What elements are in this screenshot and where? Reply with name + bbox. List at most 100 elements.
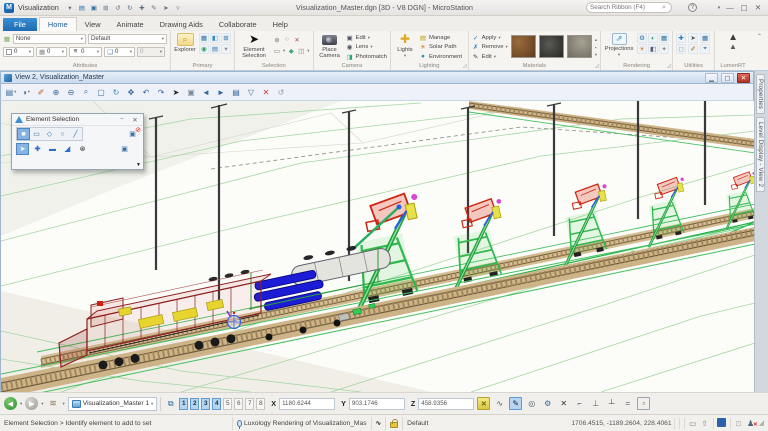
view-toggle-4[interactable]: 4 (212, 398, 221, 410)
ribbon-search[interactable]: ⌕ (586, 2, 672, 13)
point-clouds-icon[interactable]: ▤ (210, 44, 220, 54)
materials-launcher-icon[interactable]: ◿ (595, 63, 599, 69)
view-forward-button[interactable]: ▶ (25, 397, 38, 410)
undo-icon[interactable]: ↺ (113, 4, 123, 12)
apply-material-button[interactable]: ✓Apply▾ (472, 34, 508, 42)
back-dropdown-icon[interactable]: ▾ (20, 401, 22, 407)
lights-button[interactable]: ✚ Lights▾ (394, 33, 416, 61)
method-subtract-icon[interactable]: ▬ (46, 143, 59, 155)
view-next-icon[interactable]: ► (214, 86, 228, 99)
clip-mask-icon[interactable]: ✕ (259, 86, 273, 99)
models-icon[interactable]: ▦ (199, 33, 209, 43)
render-scene-icon[interactable]: ◐ (648, 33, 658, 43)
camera-edit-button[interactable]: ▣Edit▾ (346, 34, 387, 42)
active-level-combo[interactable]: None▾ (13, 34, 86, 44)
projections-button[interactable]: ⇗ Projections▾ (604, 33, 634, 61)
mode-circle-icon[interactable]: ○ (56, 128, 69, 140)
view-toggle-2[interactable]: 2 (190, 398, 199, 410)
utility-locate-icon[interactable]: ⌖ (700, 44, 710, 54)
view-minimize-button[interactable]: ▁ (705, 73, 718, 83)
close-button[interactable]: ✕ (752, 3, 764, 12)
view-toggle-8[interactable]: 8 (256, 398, 265, 410)
account-dropdown-icon[interactable]: ▾ (716, 5, 722, 11)
mode-shape-icon[interactable]: ◇ (43, 128, 56, 140)
y-coordinate-input[interactable] (349, 398, 405, 410)
redo-icon[interactable]: ↻ (125, 4, 135, 12)
curve-tool-cell[interactable]: ∿ (371, 417, 386, 430)
view-toggle-3[interactable]: 3 (201, 398, 210, 410)
snap-origin-icon[interactable]: ▫ (637, 397, 650, 410)
clear-selection-icon[interactable]: ▣⊘ (126, 128, 139, 140)
window-area-icon[interactable]: ⌕ (79, 86, 93, 99)
element-selection-button[interactable]: ➤ Element Selection (238, 33, 270, 61)
class-combo[interactable]: ❏0▾ (104, 47, 135, 57)
line-weight-combo[interactable]: ≡0▾ (69, 47, 102, 57)
view-undo-icon[interactable]: ↶ (139, 86, 153, 99)
color-combo[interactable]: 0▾ (3, 47, 34, 57)
view-display-style-icon[interactable]: ◑▾ (19, 86, 33, 99)
view-previous-icon[interactable]: ◄ (199, 86, 213, 99)
print-icon[interactable]: ✚ (137, 4, 147, 12)
view-group-selector[interactable]: Visualization_Master 1 ▾ (68, 397, 157, 411)
solar-path-button[interactable]: ☀Solar Path (419, 43, 462, 51)
render-sun-icon[interactable]: ☀ (637, 44, 647, 54)
line-style-combo[interactable]: ▦0▾ (36, 47, 67, 57)
user-offline-icon[interactable]: ♟✕ (745, 419, 757, 428)
zoom-out-icon[interactable]: ⊖ (64, 86, 78, 99)
active-style-combo[interactable]: Default▾ (88, 34, 167, 44)
tab-home[interactable]: Home (39, 17, 77, 31)
details-icon[interactable]: ▾ (221, 44, 231, 54)
qat-more-icon[interactable]: ▿ (173, 4, 183, 12)
utility-move-icon[interactable]: ✚ (676, 33, 686, 43)
update-view-icon[interactable]: ✐ (34, 86, 48, 99)
levels-icon[interactable]: ◧ (210, 33, 220, 43)
element-selection-dialog-titlebar[interactable]: Element Selection − ✕ (12, 114, 143, 126)
snap-nearest-icon[interactable]: ✕ (557, 397, 570, 410)
fence-block-icon[interactable]: ▭ (273, 47, 281, 55)
view-brightness-icon[interactable]: ↺ (274, 86, 288, 99)
dgn-upload-icon[interactable]: ⇧ (699, 419, 711, 428)
tentative-point-icon[interactable]: ◎ (525, 397, 538, 410)
fit-view-icon[interactable]: ▢ (94, 86, 108, 99)
lumenrt-animate-icon[interactable]: ▲ (729, 43, 737, 51)
fence-icon[interactable]: ⊕ (273, 36, 281, 44)
camera-lens-button[interactable]: ◉Lens▾ (346, 43, 387, 51)
render-settings-icon[interactable]: ⚙ (637, 33, 647, 43)
selection-set-icon[interactable]: ⊡ (733, 419, 745, 428)
new-file-icon[interactable]: ▤ (77, 4, 87, 12)
save-icon[interactable]: ⊞ (101, 4, 111, 12)
help-icon[interactable]: ? (688, 3, 700, 12)
fence-mode-icon[interactable]: ◫ (297, 47, 305, 55)
view-attributes-icon[interactable]: ▤▾ (4, 86, 18, 99)
tab-view[interactable]: View (77, 18, 109, 31)
element-selection-dialog[interactable]: Element Selection − ✕ ■ ▭ ◇ ○ ╱ ▣⊘ ➤ ✚ ▬… (11, 113, 144, 170)
pan-view-icon[interactable]: ✥ (124, 86, 138, 99)
clip-volume-icon[interactable]: ▽ (244, 86, 258, 99)
pointer-icon[interactable]: ➤ (161, 4, 171, 12)
tab-properties[interactable]: Properties (756, 74, 765, 114)
fence-status-icon[interactable]: ▭ (687, 419, 699, 428)
rendering-launcher-icon[interactable]: ◿ (667, 63, 671, 69)
x-coordinate-input[interactable] (279, 398, 335, 410)
tab-file[interactable]: File (3, 18, 37, 31)
view-toggle-7[interactable]: 7 (245, 398, 254, 410)
qat-dropdown-icon[interactable]: ▾ (65, 4, 75, 12)
dialog-close-button[interactable]: ✕ (130, 116, 140, 124)
tab-animate[interactable]: Animate (109, 18, 152, 31)
view-restore-button[interactable]: ▢ (721, 73, 734, 83)
rotate-view-icon[interactable]: ↻ (109, 86, 123, 99)
z-coordinate-input[interactable] (418, 398, 474, 410)
open-file-icon[interactable]: ▣ (89, 4, 99, 12)
mode-block-icon[interactable]: ▭ (30, 128, 43, 140)
minimize-button[interactable]: — (724, 3, 736, 12)
search-input[interactable] (590, 4, 660, 11)
view-history-icon[interactable]: ≋ (47, 397, 60, 410)
material-thumbnail-2[interactable] (539, 35, 564, 58)
dialog-minimize-button[interactable]: − (117, 116, 127, 123)
place-camera-button[interactable]: Place Camera (317, 33, 343, 61)
method-new-icon[interactable]: ➤ (16, 143, 29, 155)
view-toggle-1[interactable]: 1 (179, 398, 188, 410)
view-back-button[interactable]: ◀ (4, 397, 17, 410)
dialog-expand-arrow-icon[interactable]: ▼ (136, 162, 141, 168)
utility-pointer-icon[interactable]: ➤ (688, 33, 698, 43)
